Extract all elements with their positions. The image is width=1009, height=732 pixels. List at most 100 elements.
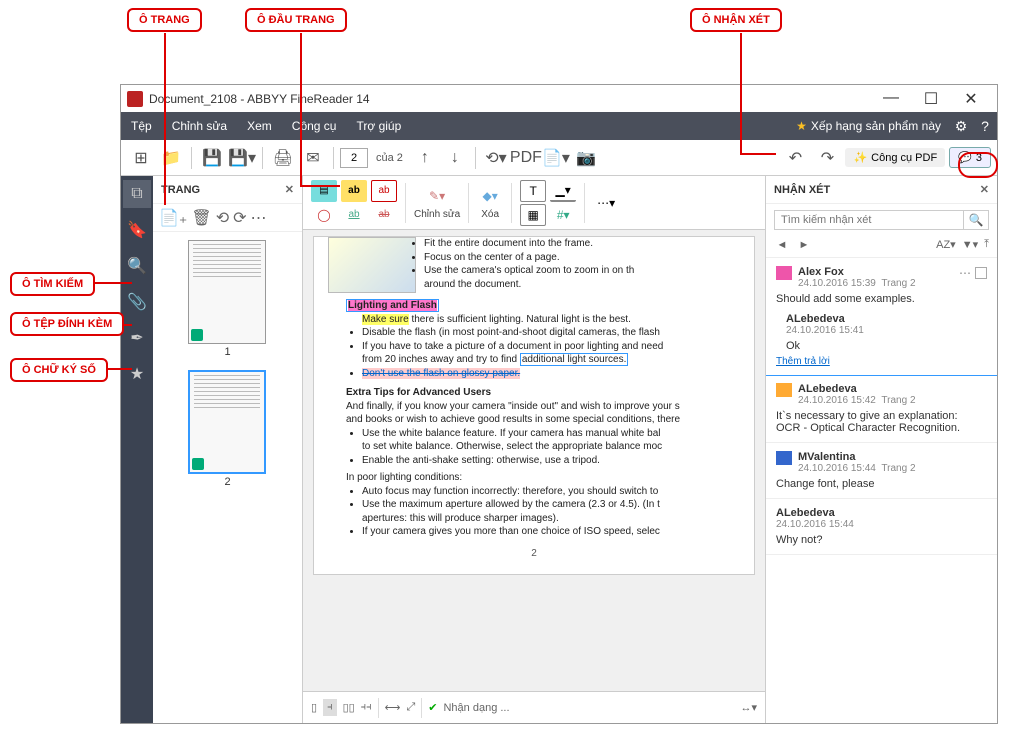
highlight-box-icon[interactable]: ab [371, 180, 397, 202]
doc-text: Make sure there is sufficient lighting. … [362, 313, 740, 327]
sidebar-attachments-icon[interactable]: 📎 [123, 288, 151, 316]
comment-author: ALebedeva [776, 507, 987, 519]
document-viewport[interactable]: Fit the entire document into the frame. … [303, 230, 765, 691]
delete-group[interactable]: ◆▾ Xóa [477, 185, 503, 220]
pages-panel: TRANG ✕ 📄₊ 🗑 ⟲ ⟳ ⋯ 1 [153, 176, 303, 723]
more-icon[interactable]: ⋯ [251, 208, 267, 228]
comments-panel-title: NHẬN XÉT [774, 184, 830, 196]
comment-filter-row: ◄ ► AZ▾ ▼▾ ⤒ [766, 236, 997, 258]
continuous-icon[interactable]: ⫞ [323, 699, 337, 716]
undo-icon[interactable]: ↶ [781, 144, 809, 172]
menu-view[interactable]: Xem [237, 119, 282, 133]
highlight-yellow-icon[interactable]: ab [341, 180, 367, 202]
note-icon[interactable]: ▤ [311, 180, 337, 202]
help-icon[interactable]: ? [973, 118, 997, 134]
comment-item[interactable]: MValentina 24.10.2016 15:44 Trang 2 Chan… [766, 443, 997, 499]
comment-author: ALebedeva [798, 383, 916, 395]
underline-icon[interactable]: ab [341, 204, 367, 226]
add-page-icon[interactable]: 📄₊ [159, 208, 187, 228]
save-icon[interactable]: 💾 [198, 144, 226, 172]
comment-item[interactable]: Alex Fox 24.10.2016 15:39 Trang 2 ⋯ Shou… [766, 258, 997, 376]
two-continuous-icon[interactable]: ⫞⫞ [361, 701, 372, 714]
open-icon[interactable]: 📁 [157, 144, 185, 172]
recognize-label[interactable]: Nhận dạng ... [443, 702, 509, 714]
edit-text-icon: ✎▾ [424, 185, 450, 207]
strikeout-icon[interactable]: ab [371, 204, 397, 226]
sidebar-favorites-icon[interactable]: ★ [123, 360, 151, 388]
comment-menu-icon[interactable]: ⋯ [959, 266, 971, 280]
page-up-icon[interactable]: ↑ [411, 144, 439, 172]
more-tools-icon[interactable]: ⋯▾ [593, 192, 619, 214]
page-down-icon[interactable]: ↓ [441, 144, 469, 172]
menu-tools[interactable]: Công cụ [282, 119, 347, 133]
rotate-cw-icon[interactable]: ⟳ [233, 208, 246, 228]
rotate-left-icon[interactable]: ⟲▾ [482, 144, 510, 172]
settings-icon[interactable]: ⚙ [949, 118, 973, 135]
export-pdf-icon[interactable]: PDF [512, 144, 540, 172]
app-icon [127, 91, 143, 107]
page-number: 2 [328, 547, 740, 561]
text-box-icon[interactable]: T [520, 180, 546, 202]
sidebar-pages-icon[interactable]: ⧉ [123, 180, 151, 208]
callout-comments-pane: Ô NHẬN XÉT [690, 8, 782, 32]
prev-comment-icon[interactable]: ◄ [774, 239, 790, 251]
menu-edit[interactable]: Chỉnh sửa [162, 119, 237, 133]
pdf-tools-button[interactable]: ✨ Công cụ PDF [845, 148, 945, 167]
sort-icon[interactable]: AZ▾ [936, 238, 956, 251]
sidebar-signature-icon[interactable]: ✒ [123, 324, 151, 352]
sidebar-search-icon[interactable]: 🔍 [123, 252, 151, 280]
stamp-icon[interactable]: ◯ [311, 204, 337, 226]
menu-help[interactable]: Trợ giúp [346, 119, 411, 133]
image-icon[interactable]: ▦ [520, 204, 546, 226]
page-number-input[interactable] [340, 148, 368, 168]
comment-body: Change font, please [776, 478, 987, 490]
minimize-button[interactable]: — [871, 89, 911, 109]
delete-page-icon[interactable]: 🗑 [191, 208, 211, 228]
edit-group[interactable]: ✎▾ Chỉnh sửa [414, 185, 460, 220]
menu-file[interactable]: Tệp [121, 119, 162, 133]
callout-line [740, 33, 742, 153]
doc-text: If your camera gives you more than one c… [362, 525, 740, 539]
callout-line [106, 368, 132, 370]
rate-product[interactable]: ★ Xếp hạng sản phẩm này [788, 119, 949, 133]
recognize-check-icon: ✔ [428, 701, 437, 714]
comment-search-input[interactable] [774, 210, 963, 230]
filter-icon[interactable]: ▼▾ [962, 238, 978, 251]
doc-text: In poor lighting conditions: [346, 471, 740, 485]
reply-author: ALebedeva [786, 313, 987, 325]
doc-heading: Lighting and Flash [348, 300, 437, 311]
comment-checkbox[interactable] [975, 267, 987, 279]
close-button[interactable]: ✕ [951, 89, 991, 109]
line-icon[interactable]: ▁▾ [550, 180, 576, 202]
thumbnail-2[interactable]: 2 [188, 370, 268, 488]
add-reply-link[interactable]: Thêm trả lời [776, 356, 830, 367]
rate-label: Xếp hạng sản phẩm này [811, 119, 941, 133]
zoom-slider-icon[interactable]: ↔▾ [740, 701, 757, 714]
expand-icon[interactable]: ⤒ [984, 238, 989, 251]
next-comment-icon[interactable]: ► [796, 239, 812, 251]
pages-panel-close-icon[interactable]: ✕ [285, 183, 294, 196]
page-number-icon[interactable]: #▾ [550, 204, 576, 226]
maximize-button[interactable]: ☐ [911, 89, 951, 109]
redo-icon[interactable]: ↷ [813, 144, 841, 172]
thumbnail-1[interactable]: 1 [188, 240, 268, 358]
mail-icon[interactable]: ✉ [299, 144, 327, 172]
ocr-page-icon[interactable]: 📄▾ [542, 144, 570, 172]
comments-panel-close-icon[interactable]: ✕ [980, 183, 989, 196]
fit-page-icon[interactable]: ⤢ [406, 701, 415, 714]
two-page-icon[interactable]: ▯▯ [343, 701, 355, 714]
doc-text: Use the camera's optical zoom to zoom in… [362, 264, 740, 291]
save-as-icon[interactable]: 💾▾ [228, 144, 256, 172]
print-icon[interactable]: 🖨 [269, 144, 297, 172]
new-page-icon[interactable]: ⊞ [127, 144, 155, 172]
camera-icon[interactable]: 📷 [572, 144, 600, 172]
pages-panel-title: TRANG [161, 184, 200, 196]
comment-item[interactable]: ALebedeva 24.10.2016 15:42 Trang 2 It`s … [766, 375, 997, 443]
comment-item[interactable]: ALebedeva 24.10.2016 15:44 Why not? [766, 499, 997, 555]
sidebar-bookmarks-icon[interactable]: 🔖 [123, 216, 151, 244]
fit-width-icon[interactable]: ⟷ [385, 701, 401, 714]
comment-search-icon[interactable]: 🔍 [963, 210, 989, 230]
window-title: Document_2108 - ABBYY FineReader 14 [149, 92, 871, 106]
single-page-icon[interactable]: ▯ [311, 701, 317, 714]
rotate-ccw-icon[interactable]: ⟲ [216, 208, 229, 228]
